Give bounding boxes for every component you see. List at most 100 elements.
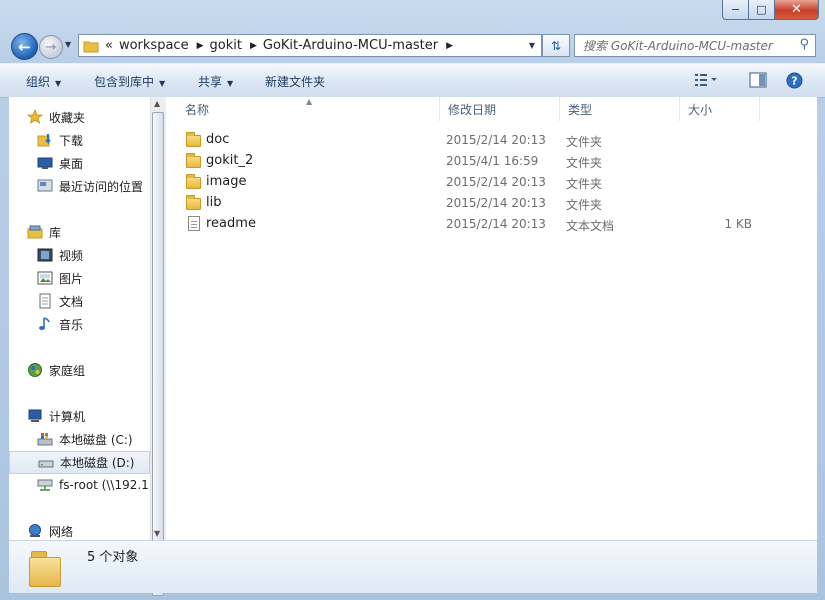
maximize-icon: □ bbox=[756, 3, 767, 16]
folder-icon bbox=[186, 195, 202, 211]
title-bar[interactable]: − □ ✕ bbox=[0, 0, 825, 30]
organize-button[interactable]: 组织 ▼ bbox=[26, 73, 61, 90]
chevron-down-icon: ▼ bbox=[227, 79, 234, 88]
file-modified: 2015/2/14 20:13 bbox=[446, 217, 546, 231]
search-input[interactable]: 搜索 GoKit-Arduino-MCU-master ⚲ bbox=[574, 34, 816, 57]
chevron-right-icon[interactable]: ▶ bbox=[250, 41, 257, 51]
table-row[interactable]: gokit_2 2015/4/1 16:59 文件夹 bbox=[166, 151, 817, 172]
sidebar-item-homegroup[interactable]: 家庭组 bbox=[27, 360, 85, 380]
sidebar-item-label: 最近访问的位置 bbox=[59, 179, 144, 194]
file-modified: 2015/2/14 20:13 bbox=[446, 196, 546, 210]
chevron-down-icon: ▼ bbox=[55, 79, 62, 88]
homegroup-icon bbox=[27, 362, 43, 378]
scrollbar-thumb[interactable] bbox=[152, 112, 164, 596]
forward-button[interactable]: → bbox=[39, 35, 63, 59]
sidebar-item-drive-d[interactable]: 本地磁盘 (D:) bbox=[9, 451, 150, 474]
address-history-dropdown[interactable]: ▼ bbox=[523, 35, 541, 56]
back-button[interactable]: ← bbox=[11, 33, 38, 60]
organize-label: 组织 bbox=[26, 75, 51, 89]
column-header-size[interactable]: 大小 bbox=[680, 97, 760, 121]
sidebar-item-label: 库 bbox=[49, 225, 62, 240]
maximize-button[interactable]: □ bbox=[749, 0, 775, 20]
sidebar-item-label: 图片 bbox=[59, 271, 84, 286]
table-row[interactable]: lib 2015/2/14 20:13 文件夹 bbox=[166, 193, 817, 214]
view-list-icon bbox=[695, 74, 717, 86]
help-button[interactable]: ? bbox=[786, 72, 803, 92]
document-icon bbox=[37, 293, 53, 309]
sidebar-item-downloads[interactable]: 下载 bbox=[37, 130, 83, 150]
view-options-button[interactable] bbox=[694, 72, 718, 91]
computer-icon bbox=[27, 408, 43, 424]
sidebar-item-network[interactable]: 网络 bbox=[27, 521, 73, 540]
preview-pane-button[interactable] bbox=[749, 72, 767, 91]
network-drive-icon bbox=[37, 477, 53, 493]
sidebar-item-label: 家庭组 bbox=[49, 363, 86, 378]
close-button[interactable]: ✕ bbox=[775, 0, 819, 20]
breadcrumb-workspace[interactable]: workspace bbox=[119, 38, 189, 53]
sidebar-item-libraries[interactable]: 库 bbox=[27, 222, 61, 242]
file-modified: 2015/2/14 20:13 bbox=[446, 175, 546, 189]
chevron-down-icon: ▼ bbox=[159, 79, 166, 88]
search-icon[interactable]: ⚲ bbox=[799, 37, 809, 52]
sidebar-item-computer[interactable]: 计算机 bbox=[27, 406, 85, 426]
sidebar-item-pictures[interactable]: 图片 bbox=[37, 268, 83, 288]
file-size: 1 KB bbox=[724, 217, 752, 231]
scroll-up-icon[interactable]: ▲ bbox=[154, 99, 160, 108]
chevron-down-icon: ▼ bbox=[528, 41, 536, 50]
scroll-down-icon[interactable]: ▼ bbox=[154, 529, 160, 538]
include-in-library-button[interactable]: 包含到库中 ▼ bbox=[94, 73, 165, 90]
sidebar-item-documents[interactable]: 文档 bbox=[37, 291, 83, 311]
sidebar-item-drive-c[interactable]: 本地磁盘 (C:) bbox=[37, 429, 133, 449]
sidebar-item-music[interactable]: 音乐 bbox=[37, 314, 83, 334]
library-icon bbox=[27, 224, 43, 240]
file-type: 文件夹 bbox=[566, 135, 603, 149]
sidebar-item-videos[interactable]: 视频 bbox=[37, 245, 83, 265]
file-name: readme bbox=[206, 216, 256, 231]
share-label: 共享 bbox=[198, 75, 223, 89]
breadcrumb-overflow[interactable]: « bbox=[105, 38, 113, 53]
folder-icon bbox=[29, 547, 63, 587]
address-bar[interactable]: « workspace ▶ gokit ▶ GoKit-Arduino-MCU-… bbox=[78, 34, 542, 57]
system-drive-icon bbox=[37, 431, 53, 447]
table-row[interactable]: image 2015/2/14 20:13 文件夹 bbox=[166, 172, 817, 193]
sidebar-item-label: 音乐 bbox=[59, 317, 84, 332]
folder-icon bbox=[186, 174, 202, 190]
search-placeholder: 搜索 GoKit-Arduino-MCU-master bbox=[583, 39, 773, 53]
chevron-right-icon[interactable]: ▶ bbox=[197, 41, 204, 51]
chevron-right-icon[interactable]: ▶ bbox=[446, 41, 453, 51]
column-header-modified[interactable]: 修改日期 bbox=[440, 97, 560, 121]
refresh-button[interactable]: ⇅ bbox=[542, 34, 570, 57]
sidebar-item-desktop[interactable]: 桌面 bbox=[37, 153, 83, 173]
column-name-label: 名称 bbox=[185, 102, 210, 117]
recent-pages-dropdown[interactable]: ▼ bbox=[65, 40, 71, 49]
network-icon bbox=[27, 523, 43, 539]
file-name: image bbox=[206, 174, 247, 189]
file-type: 文本文档 bbox=[566, 219, 615, 233]
sidebar-item-label: 网络 bbox=[49, 524, 74, 539]
table-row[interactable]: readme 2015/2/14 20:13 文本文档 1 KB bbox=[166, 214, 817, 235]
music-note-icon bbox=[37, 316, 53, 332]
sidebar-item-label: 桌面 bbox=[59, 156, 84, 171]
file-name: lib bbox=[206, 195, 222, 210]
sidebar-item-fs-root[interactable]: fs-root (\\192.1 bbox=[37, 475, 149, 495]
sidebar-item-label: 本地磁盘 (C:) bbox=[59, 432, 133, 447]
sidebar-item-recent-places[interactable]: 最近访问的位置 bbox=[37, 176, 143, 196]
column-header-type[interactable]: 类型 bbox=[560, 97, 680, 121]
navigation-pane: 收藏夹 下载 桌面 最近访问的位置 库 视频 图片 文档 音乐 家庭组 计算机 … bbox=[9, 97, 150, 540]
minimize-button[interactable]: − bbox=[722, 0, 749, 20]
breadcrumb-gokit-arduino-mcu-master[interactable]: GoKit-Arduino-MCU-master bbox=[263, 38, 438, 53]
chevron-down-icon: ▼ bbox=[65, 40, 72, 49]
file-type: 文件夹 bbox=[566, 177, 603, 191]
recent-places-icon bbox=[37, 178, 53, 194]
sidebar-item-label: 收藏夹 bbox=[49, 110, 86, 125]
sidebar-item-favorites[interactable]: 收藏夹 bbox=[26, 107, 86, 127]
table-row[interactable]: doc 2015/2/14 20:13 文件夹 bbox=[166, 130, 817, 151]
new-folder-button[interactable]: 新建文件夹 bbox=[265, 73, 325, 90]
breadcrumb-gokit[interactable]: gokit bbox=[210, 38, 242, 53]
navigation-scrollbar[interactable]: ▲ ▼ bbox=[150, 97, 166, 596]
share-button[interactable]: 共享 ▼ bbox=[198, 73, 233, 90]
sidebar-item-label: fs-root (\\192.1 bbox=[59, 478, 149, 492]
folder-icon bbox=[186, 153, 202, 169]
file-name: doc bbox=[206, 132, 230, 147]
column-header-name[interactable]: 名称 bbox=[177, 97, 440, 121]
